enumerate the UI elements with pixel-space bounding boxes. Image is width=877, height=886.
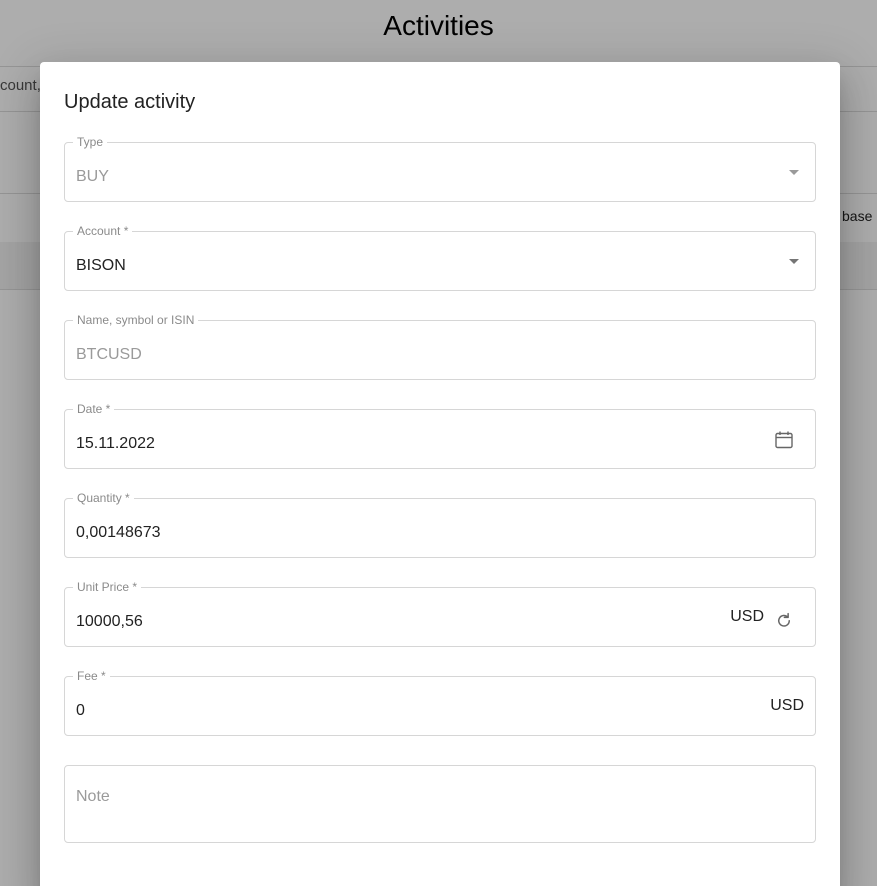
symbol-field: Name, symbol or ISIN BTCUSD [64, 313, 816, 380]
account-select[interactable]: Account * BISON [64, 224, 816, 291]
account-label: Account * [73, 224, 133, 238]
unit-price-label: Unit Price * [73, 580, 142, 594]
date-value[interactable]: 15.11.2022 [76, 434, 155, 454]
quantity-value[interactable]: 0,00148673 [76, 523, 161, 543]
note-placeholder: Note [76, 788, 110, 805]
fee-label: Fee * [73, 669, 110, 683]
fee-currency: USD [770, 697, 804, 714]
quantity-label: Quantity * [73, 491, 134, 505]
fee-field[interactable]: Fee * 0 USD [64, 669, 816, 736]
symbol-value: BTCUSD [76, 346, 142, 363]
quantity-field[interactable]: Quantity * 0,00148673 [64, 491, 816, 558]
chevron-down-icon[interactable] [789, 259, 799, 264]
type-select: Type BUY [64, 135, 816, 202]
chevron-down-icon [789, 170, 799, 175]
date-label: Date * [73, 402, 115, 416]
unit-price-currency: USD [730, 608, 764, 625]
calendar-icon[interactable] [772, 428, 796, 452]
note-textarea[interactable]: Note [64, 765, 816, 843]
account-value: BISON [76, 257, 126, 274]
update-activity-dialog: Update activity Type BUY Account * BISON… [40, 62, 840, 886]
dialog-title: Update activity [64, 91, 196, 113]
fee-value[interactable]: 0 [76, 701, 85, 721]
type-value: BUY [76, 168, 109, 185]
type-label: Type [73, 135, 108, 149]
refresh-icon[interactable] [772, 608, 796, 632]
unit-price-field[interactable]: Unit Price * 10000,56 USD [64, 580, 816, 647]
date-field[interactable]: Date * 15.11.2022 [64, 402, 816, 469]
symbol-label: Name, symbol or ISIN [73, 313, 199, 327]
unit-price-value[interactable]: 10000,56 [76, 612, 143, 632]
